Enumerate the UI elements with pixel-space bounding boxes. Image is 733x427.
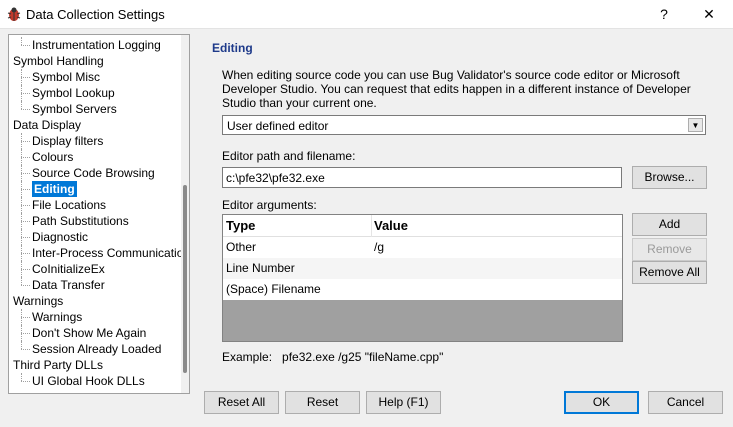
- cancel-button[interactable]: Cancel: [648, 391, 723, 414]
- tree-item[interactable]: UI Global Hook DLLs: [32, 373, 145, 389]
- tree-item[interactable]: Data Display: [13, 117, 81, 133]
- tree-connector: [21, 197, 22, 213]
- tree-connector: [21, 269, 30, 270]
- reset-all-button[interactable]: Reset All: [204, 391, 279, 414]
- column-header-value[interactable]: Value: [374, 218, 408, 233]
- row-type: Line Number: [226, 261, 295, 275]
- tree-item[interactable]: Inter-Process Communication: [32, 245, 189, 261]
- tree-connector: [21, 37, 22, 45]
- help-button[interactable]: Help (F1): [366, 391, 441, 414]
- row-value: /g: [374, 240, 385, 254]
- tree-connector: [21, 189, 30, 190]
- row-type: (Space) Filename: [226, 282, 321, 296]
- tree-item[interactable]: File Locations: [32, 197, 106, 213]
- ok-button[interactable]: OK: [564, 391, 639, 414]
- editor-arguments-label: Editor arguments:: [222, 198, 317, 212]
- tree-item[interactable]: Data Transfer: [32, 277, 105, 293]
- tree-connector: [21, 133, 22, 149]
- tree-connector: [21, 229, 22, 245]
- tree-connector: [21, 261, 22, 277]
- tree-item[interactable]: Symbol Servers: [32, 101, 117, 117]
- row-type: Other: [226, 240, 257, 254]
- tree-connector: [21, 181, 22, 197]
- tree-item[interactable]: Editing: [32, 181, 77, 197]
- tree-connector: [21, 109, 30, 110]
- chevron-down-icon[interactable]: ▼: [688, 118, 703, 132]
- example-line: Example: pfe32.exe /g25 "fileName.cpp": [222, 350, 443, 364]
- example-value: pfe32.exe /g25 "fileName.cpp": [282, 350, 444, 364]
- tree-connector: [21, 45, 30, 46]
- table-row[interactable]: Line Number: [223, 258, 622, 279]
- tree-item[interactable]: Symbol Misc: [32, 69, 100, 85]
- table-header: Type Value: [223, 215, 622, 237]
- tree-item[interactable]: Symbol Lookup: [32, 85, 115, 101]
- column-divider: [371, 215, 372, 237]
- tree-item[interactable]: Third Party DLLs: [13, 357, 103, 373]
- tree-connector: [21, 101, 22, 109]
- tree-item[interactable]: CoInitializeEx: [32, 261, 105, 277]
- tree-connector: [21, 237, 30, 238]
- browse-button[interactable]: Browse...: [632, 166, 707, 189]
- tree-connector: [21, 317, 30, 318]
- editor-type-value: User defined editor: [227, 119, 329, 133]
- tree-scroll-thumb[interactable]: [183, 185, 187, 373]
- tree-connector: [21, 333, 30, 334]
- tree-connector: [21, 213, 22, 229]
- tree-connector: [21, 157, 30, 158]
- tree-item[interactable]: Symbol Handling: [13, 53, 104, 69]
- editing-description: When editing source code you can use Bug…: [222, 68, 691, 110]
- tree-item[interactable]: Warnings: [13, 293, 63, 309]
- window-title: Data Collection Settings: [26, 7, 165, 22]
- tree-connector: [21, 285, 30, 286]
- tree-item[interactable]: Colours: [32, 149, 73, 165]
- editor-path-label: Editor path and filename:: [222, 149, 356, 163]
- tree-connector: [21, 277, 22, 285]
- section-title: Editing: [212, 41, 253, 55]
- tree-connector: [21, 373, 22, 381]
- tree-item[interactable]: Don't Show Me Again: [32, 325, 146, 341]
- reset-button[interactable]: Reset: [285, 391, 360, 414]
- tree-item[interactable]: Warnings: [32, 309, 82, 325]
- table-row[interactable]: Other /g: [223, 237, 622, 258]
- tree-connector: [21, 381, 30, 382]
- tree-connector: [21, 141, 30, 142]
- bug-icon: [7, 7, 21, 21]
- tree-item[interactable]: Path Substitutions: [32, 213, 129, 229]
- tree-connector: [21, 173, 30, 174]
- help-title-button[interactable]: ?: [652, 4, 676, 24]
- editor-path-field[interactable]: c:\pfe32\pfe32.exe: [222, 167, 622, 188]
- tree-connector: [21, 325, 22, 341]
- tree-connector: [21, 309, 22, 325]
- settings-tree[interactable]: Instrumentation Logging Symbol Handling Sy…: [8, 34, 190, 394]
- remove-all-button[interactable]: Remove All: [632, 261, 707, 284]
- tree-connector: [21, 245, 22, 261]
- tree-item[interactable]: Source Code Browsing: [32, 165, 155, 181]
- tree-item[interactable]: Display filters: [32, 133, 103, 149]
- tree-connector: [21, 253, 30, 254]
- tree-connector: [21, 69, 22, 85]
- tree-item[interactable]: Diagnostic: [32, 229, 88, 245]
- tree-item[interactable]: Session Already Loaded: [32, 341, 161, 357]
- tree-connector: [21, 221, 30, 222]
- tree-connector: [21, 85, 22, 101]
- tree-connector: [21, 205, 30, 206]
- remove-button[interactable]: Remove: [632, 238, 707, 261]
- tree-connector: [21, 77, 30, 78]
- title-bar: Data Collection Settings ? ✕: [0, 0, 733, 29]
- tree-connector: [21, 341, 22, 349]
- close-button[interactable]: ✕: [696, 4, 722, 24]
- example-label: Example:: [222, 350, 273, 364]
- tree-connector: [21, 149, 22, 165]
- editor-type-select[interactable]: User defined editor ▼: [222, 115, 706, 135]
- tree-connector: [21, 349, 30, 350]
- tree-item[interactable]: Instrumentation Logging: [32, 37, 161, 53]
- tree-connector: [21, 165, 22, 181]
- tree-vertical-scrollbar[interactable]: [181, 35, 189, 393]
- add-button[interactable]: Add: [632, 213, 707, 236]
- tree-connector: [21, 93, 30, 94]
- editor-arguments-table[interactable]: Type Value Other /g Line Number (Space) …: [222, 214, 623, 342]
- table-row[interactable]: (Space) Filename: [223, 279, 622, 300]
- column-header-type[interactable]: Type: [226, 218, 255, 233]
